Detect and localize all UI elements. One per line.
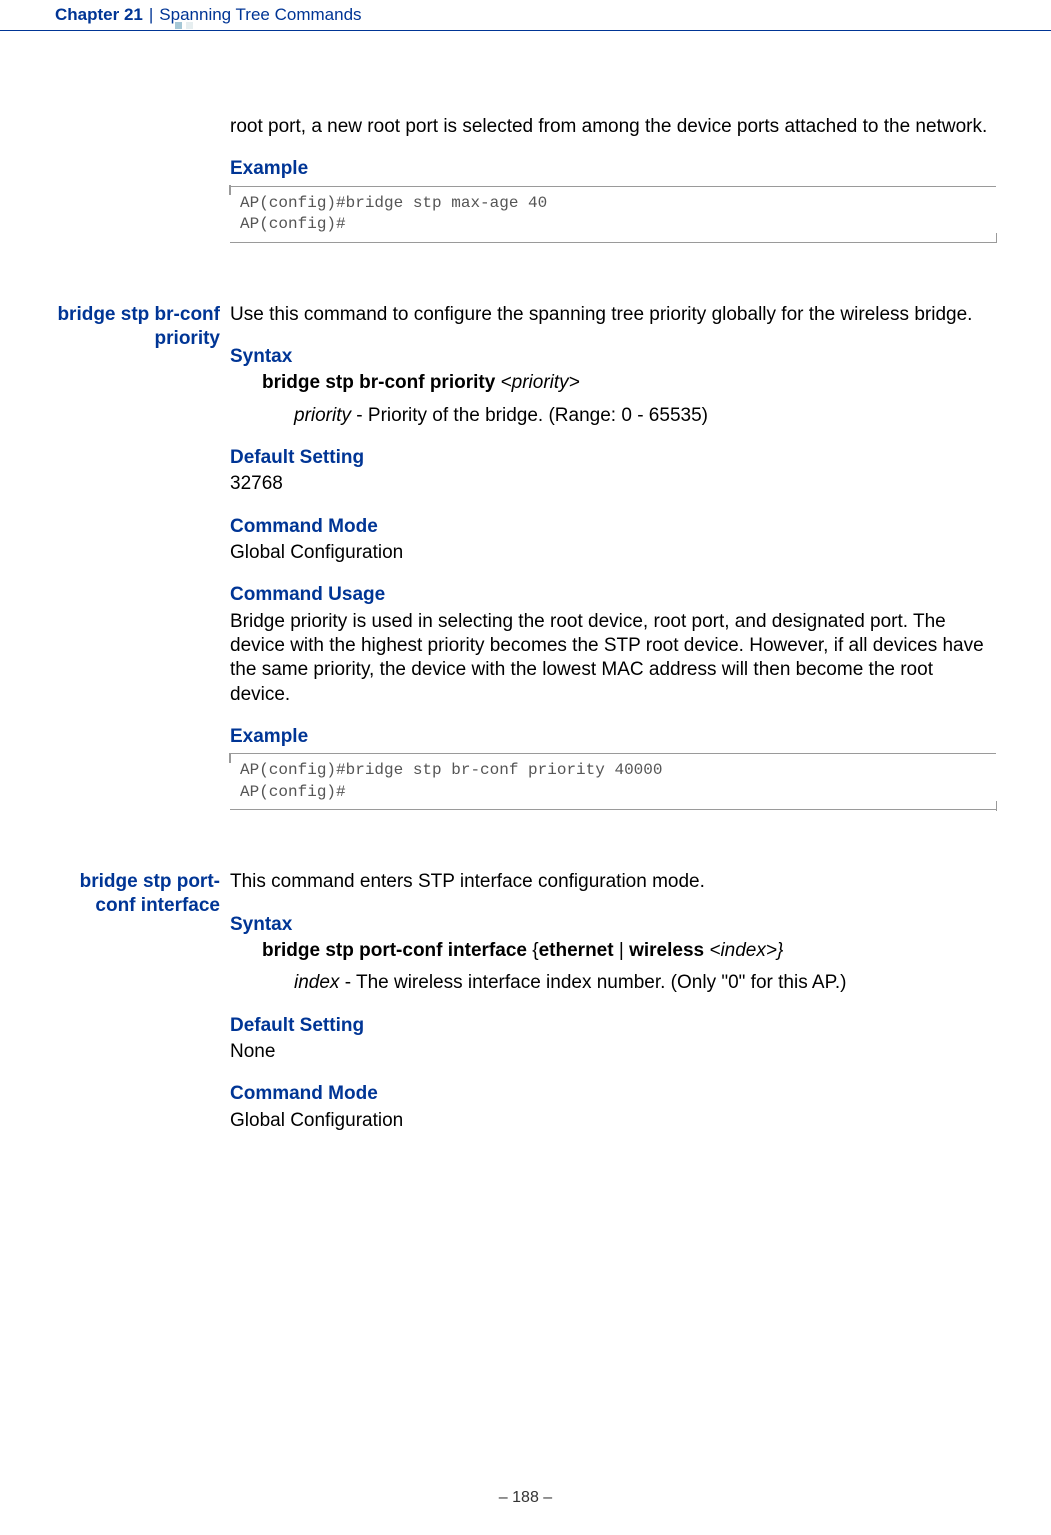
syntax-heading-3: Syntax <box>230 913 996 937</box>
chapter-title: Spanning Tree Commands <box>159 5 361 25</box>
syntax-line: bridge stp br-conf priority <priority> <box>262 371 996 395</box>
command-mode-heading: Command Mode <box>230 515 996 539</box>
syntax-pipe: | <box>614 940 630 961</box>
command-description-3: This command enters STP interface config… <box>230 870 996 894</box>
param-name-3: index <box>294 972 339 993</box>
body: root port, a new root port is selected f… <box>55 115 996 1133</box>
code-example-2: AP(config)#bridge stp br-conf priority 4… <box>230 753 996 810</box>
chapter-separator: | <box>149 5 153 25</box>
code-example-1: AP(config)#bridge stp max-age 40 AP(conf… <box>230 186 996 243</box>
syntax-index-arg: <index>} <box>704 940 783 961</box>
syntax-heading: Syntax <box>230 345 996 369</box>
param-name: priority <box>294 405 351 426</box>
chapter-number: Chapter 21 <box>55 5 143 25</box>
main-column: root port, a new root port is selected f… <box>230 115 996 1133</box>
syntax-argument: <priority> <box>495 372 579 393</box>
command-section-priority: bridge stp br-conf priority Use this com… <box>230 303 996 811</box>
command-mode-heading-3: Command Mode <box>230 1082 996 1106</box>
command-title-interface: bridge stp port-conf interface <box>55 870 220 918</box>
default-setting-value-3: None <box>230 1040 996 1064</box>
syntax-ethernet: ethernet <box>539 940 614 961</box>
command-section-interface: bridge stp port-conf interface This comm… <box>230 870 996 1133</box>
syntax-param-line: priority - Priority of the bridge. (Rang… <box>294 404 996 428</box>
default-setting-value: 32768 <box>230 472 996 496</box>
example-heading: Example <box>230 157 996 181</box>
command-description: Use this command to configure the spanni… <box>230 303 996 327</box>
syntax-command: bridge stp br-conf priority <box>262 372 495 393</box>
syntax-wireless: wireless <box>629 940 704 961</box>
header-rule <box>0 30 1051 31</box>
param-desc: - Priority of the bridge. (Range: 0 - 65… <box>351 405 708 426</box>
page: Chapter 21 | Spanning Tree Commands root… <box>0 0 1051 1535</box>
command-mode-value: Global Configuration <box>230 541 996 565</box>
param-desc-3: - The wireless interface index number. (… <box>339 972 846 993</box>
syntax-line-3: bridge stp port-conf interface {ethernet… <box>262 939 996 963</box>
command-title-priority: bridge stp br-conf priority <box>55 303 220 351</box>
default-setting-heading-3: Default Setting <box>230 1014 996 1038</box>
default-setting-heading: Default Setting <box>230 446 996 470</box>
command-usage-text: Bridge priority is used in selecting the… <box>230 610 996 707</box>
example-heading-2: Example <box>230 725 996 749</box>
command-mode-value-3: Global Configuration <box>230 1109 996 1133</box>
continuation-paragraph: root port, a new root port is selected f… <box>230 115 996 139</box>
running-header: Chapter 21 | Spanning Tree Commands <box>55 5 362 25</box>
syntax-command-3a: bridge stp port-conf interface <box>262 940 532 961</box>
command-usage-heading: Command Usage <box>230 583 996 607</box>
page-number: – 188 – <box>0 1489 1051 1507</box>
syntax-param-line-3: index - The wireless interface index num… <box>294 971 996 995</box>
